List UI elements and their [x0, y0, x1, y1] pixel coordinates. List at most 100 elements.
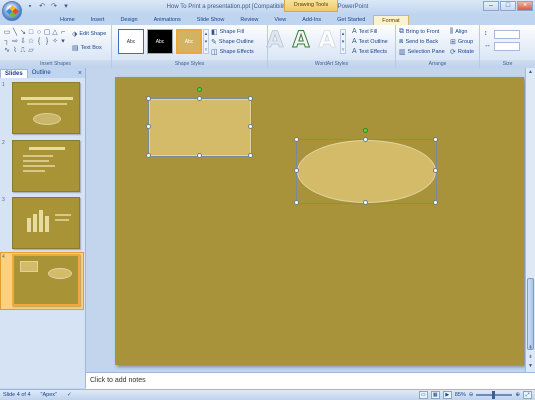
notes-pane[interactable]: Click to add notes	[86, 372, 535, 389]
tab-home[interactable]: Home	[52, 15, 83, 25]
shape-styles-more[interactable]: ▴ ▾ ▿	[203, 29, 209, 54]
line-shape-icon[interactable]: ╲	[11, 28, 19, 37]
office-button[interactable]	[2, 1, 22, 21]
shape-effects-button[interactable]: ◫ Shape Effects	[211, 48, 254, 56]
tab-format[interactable]: Format	[373, 15, 409, 25]
shape-style-black[interactable]: Abc	[147, 29, 173, 54]
resize-handle[interactable]	[248, 124, 253, 129]
text-effects-button[interactable]: A Text Effects	[352, 48, 387, 55]
edit-shape-button[interactable]: ⬗ Edit Shape	[72, 30, 106, 38]
tab-add-ins[interactable]: Add-Ins	[294, 15, 329, 25]
zoom-in-icon[interactable]: ⊕	[515, 390, 520, 400]
shape-style-gold[interactable]: Abc	[176, 29, 202, 54]
previous-slide-icon[interactable]: ⇞	[526, 344, 535, 353]
star-shape-icon[interactable]: ☆	[27, 37, 35, 46]
down-arrow-shape-icon[interactable]: ⇩	[19, 37, 27, 46]
tab-insert[interactable]: Insert	[83, 15, 113, 25]
current-slide[interactable]	[115, 77, 524, 365]
wordart-styles-more[interactable]: ▴ ▾ ▿	[340, 29, 346, 54]
bring-to-front-button[interactable]: ⧉ Bring to Front	[399, 28, 439, 36]
resize-handle[interactable]	[363, 200, 368, 205]
fit-to-window-icon[interactable]: ⤢	[523, 391, 532, 399]
pane-close-icon[interactable]: ×	[78, 69, 82, 78]
resize-handle[interactable]	[294, 200, 299, 205]
slide-thumbnail-2[interactable]: 2	[0, 139, 84, 195]
resize-handle[interactable]	[363, 137, 368, 142]
resize-handle[interactable]	[197, 153, 202, 158]
zoom-level[interactable]: 85%	[455, 390, 466, 400]
connector-shape-icon[interactable]: ⌐	[59, 28, 67, 37]
next-slide-icon[interactable]: ⇟	[526, 353, 535, 362]
rotate-handle[interactable]	[197, 87, 202, 92]
slide-thumbnail-4[interactable]: 4	[0, 253, 84, 309]
group-button[interactable]: ⊞ Group	[450, 38, 473, 46]
shape-style-white[interactable]: Abc	[118, 29, 144, 54]
send-to-back-button[interactable]: ⧈ Send to Back	[399, 38, 438, 46]
resize-handle[interactable]	[197, 96, 202, 101]
align-button[interactable]: ⫼ Align	[450, 28, 467, 36]
resize-handle[interactable]	[248, 96, 253, 101]
arrow-line-shape-icon[interactable]: ↘	[19, 28, 27, 37]
slide-thumbnail-3[interactable]: 3	[0, 196, 84, 252]
rotate-button[interactable]: ⟳ Rotate	[450, 48, 474, 56]
resize-handle[interactable]	[294, 168, 299, 173]
tab-animations[interactable]: Animations	[146, 15, 189, 25]
resize-handle[interactable]	[248, 153, 253, 158]
shape-fill-button[interactable]: ◧ Shape Fill	[211, 28, 244, 36]
shapes-gallery[interactable]: ▭ ╲ ↘ □ ○ ▢ △ ⌐ ┐ ⇨ ⇩ ☆ { } ✧ ▾ ∿ ⌇ ⎍ ▱	[3, 28, 67, 56]
shape-width-input[interactable]	[494, 42, 520, 51]
tab-slide-show[interactable]: Slide Show	[189, 15, 233, 25]
resize-handle[interactable]	[433, 168, 438, 173]
text-box-button[interactable]: ▤ Text Box	[72, 44, 102, 52]
brace2-shape-icon[interactable]: }	[43, 37, 51, 46]
shape-height-input[interactable]	[494, 30, 520, 39]
tab-outline[interactable]: Outline	[28, 69, 55, 78]
scroll-down-icon[interactable]: ▼	[526, 362, 535, 371]
tab-get-started[interactable]: Get Started	[329, 15, 373, 25]
rect-shape-icon[interactable]: □	[27, 28, 35, 37]
slide-sorter-icon[interactable]: ▦	[430, 391, 440, 399]
selection-pane-button[interactable]: ▥ Selection Pane	[399, 48, 445, 56]
tab-review[interactable]: Review	[232, 15, 266, 25]
resize-handle[interactable]	[146, 124, 151, 129]
callout-shape-icon[interactable]: ▱	[27, 46, 35, 55]
scrollbar-thumb[interactable]	[527, 278, 534, 350]
close-icon[interactable]: ×	[517, 1, 533, 11]
resize-handle[interactable]	[146, 153, 151, 158]
rounded-rect-shape-icon[interactable]: ▢	[43, 28, 51, 37]
maximize-icon[interactable]: □	[500, 1, 516, 11]
oval-shape-icon[interactable]: ○	[35, 28, 43, 37]
scroll-up-icon[interactable]: ▲	[526, 68, 535, 77]
zoom-out-icon[interactable]: ⊖	[469, 390, 474, 400]
brace-shape-icon[interactable]: {	[35, 37, 43, 46]
slide-show-icon[interactable]: ▶	[442, 391, 452, 399]
wordart-style-outline[interactable]: A	[288, 28, 314, 54]
tab-slides[interactable]: Slides	[0, 69, 28, 78]
wordart-style-plain[interactable]: A	[262, 28, 288, 54]
rectangle-shape-icon[interactable]: ▭	[3, 28, 11, 37]
more-shapes-icon[interactable]: ▾	[59, 37, 67, 46]
slide-thumbnail-1[interactable]: 1	[0, 81, 84, 137]
vertical-scrollbar[interactable]: ▲ ⇞ ⇟ ▼	[525, 68, 535, 372]
resize-handle[interactable]	[433, 200, 438, 205]
connector2-shape-icon[interactable]: ┐	[3, 37, 11, 46]
text-outline-button[interactable]: A Text Outline	[352, 38, 388, 45]
star2-shape-icon[interactable]: ✧	[51, 37, 59, 46]
right-arrow-shape-icon[interactable]: ⇨	[11, 37, 19, 46]
normal-view-icon[interactable]: ▭	[418, 391, 428, 399]
tab-design[interactable]: Design	[112, 15, 145, 25]
resize-handle[interactable]	[294, 137, 299, 142]
zoom-slider[interactable]	[476, 391, 513, 399]
triangle-shape-icon[interactable]: △	[51, 28, 59, 37]
freeform-shape-icon[interactable]: ⌇	[11, 46, 19, 55]
tab-view[interactable]: View	[266, 15, 294, 25]
shape-outline-button[interactable]: ✎ Shape Outline	[211, 38, 254, 46]
curve-shape-icon[interactable]: ∿	[3, 46, 11, 55]
resize-handle[interactable]	[146, 96, 151, 101]
rotate-handle[interactable]	[363, 128, 368, 133]
zoom-slider-knob[interactable]	[492, 391, 496, 399]
resize-handle[interactable]	[433, 137, 438, 142]
text-fill-button[interactable]: A Text Fill	[352, 28, 377, 35]
wordart-style-light[interactable]: A	[314, 28, 340, 54]
scribble-shape-icon[interactable]: ⎍	[19, 46, 27, 55]
